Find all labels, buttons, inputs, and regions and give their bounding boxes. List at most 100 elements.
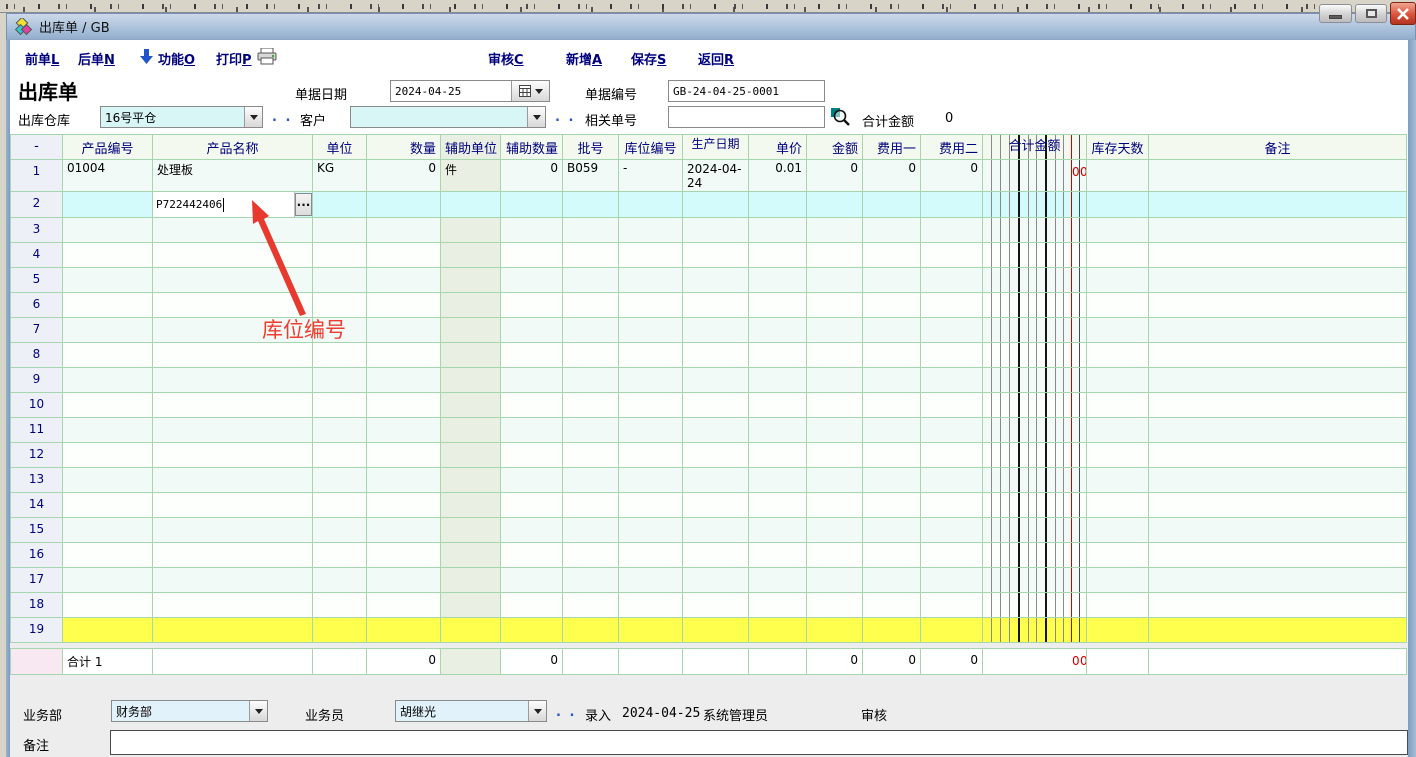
cell-remark[interactable]	[1149, 368, 1407, 393]
cell-fee1[interactable]	[863, 443, 921, 468]
cell-product_code[interactable]	[63, 493, 153, 518]
remark-input[interactable]	[110, 730, 1408, 755]
cell-fee1[interactable]	[863, 368, 921, 393]
cell-batch[interactable]	[563, 192, 619, 218]
cell-location[interactable]	[619, 218, 683, 243]
cell-aux_unit[interactable]	[441, 568, 501, 593]
cell-price[interactable]	[749, 218, 807, 243]
cell-batch[interactable]	[563, 543, 619, 568]
cell-fee1[interactable]	[863, 468, 921, 493]
cell-product_code[interactable]	[63, 568, 153, 593]
cell-product_code[interactable]	[63, 593, 153, 618]
cell-aux_unit[interactable]	[441, 418, 501, 443]
add-button[interactable]: 新增A	[566, 49, 602, 68]
cell-aux_unit[interactable]	[441, 393, 501, 418]
cell-prod_date[interactable]	[683, 543, 749, 568]
cell-ledger[interactable]	[983, 318, 1087, 343]
cell-qty[interactable]	[367, 192, 441, 218]
salesman-select[interactable]: 胡继光	[395, 700, 547, 722]
cell-qty[interactable]	[367, 318, 441, 343]
cell-amount[interactable]	[807, 368, 863, 393]
cell-location[interactable]: -	[619, 160, 683, 192]
cell-remark[interactable]	[1149, 160, 1407, 192]
cell-aux_qty[interactable]	[501, 318, 563, 343]
row-number[interactable]: 6	[11, 293, 63, 318]
cell-days[interactable]	[1087, 192, 1149, 218]
cell-prod_date[interactable]	[683, 493, 749, 518]
cell-ledger[interactable]	[983, 443, 1087, 468]
cell-unit[interactable]	[313, 393, 367, 418]
cell-batch[interactable]	[563, 218, 619, 243]
cell-fee1[interactable]	[863, 293, 921, 318]
row-number[interactable]: 12	[11, 443, 63, 468]
cell-aux_qty[interactable]	[501, 192, 563, 218]
cell-amount[interactable]: 0	[807, 160, 863, 192]
cell-amount[interactable]	[807, 593, 863, 618]
cell-price[interactable]	[749, 393, 807, 418]
cell-qty[interactable]	[367, 493, 441, 518]
row-number[interactable]: 10	[11, 393, 63, 418]
row-number[interactable]: 18	[11, 593, 63, 618]
cell-ledger[interactable]	[983, 468, 1087, 493]
cell-product_code[interactable]	[63, 543, 153, 568]
cell-price[interactable]	[749, 518, 807, 543]
cell-product_name[interactable]	[153, 443, 313, 468]
row-number[interactable]: 9	[11, 368, 63, 393]
cell-days[interactable]	[1087, 393, 1149, 418]
cell-aux_qty[interactable]	[501, 468, 563, 493]
cell-fee1[interactable]	[863, 268, 921, 293]
cell-amount[interactable]	[807, 568, 863, 593]
printer-icon[interactable]	[257, 48, 277, 65]
cell-aux_qty[interactable]	[501, 443, 563, 468]
cell-fee2[interactable]	[921, 318, 983, 343]
cell-product_code[interactable]	[63, 468, 153, 493]
cell-remark[interactable]	[1149, 493, 1407, 518]
cell-fee1[interactable]	[863, 418, 921, 443]
search-icon[interactable]	[831, 108, 851, 127]
cell-product_name[interactable]	[153, 618, 313, 643]
cell-ledger[interactable]	[983, 543, 1087, 568]
cell-prod_date[interactable]	[683, 192, 749, 218]
cell-remark[interactable]	[1149, 243, 1407, 268]
cell-days[interactable]	[1087, 618, 1149, 643]
cell-qty[interactable]	[367, 568, 441, 593]
cell-fee2[interactable]	[921, 568, 983, 593]
cell-fee1[interactable]	[863, 343, 921, 368]
cell-prod_date[interactable]	[683, 393, 749, 418]
cell-unit[interactable]	[313, 518, 367, 543]
cell-location[interactable]	[619, 318, 683, 343]
cell-price[interactable]	[749, 368, 807, 393]
cell-remark[interactable]	[1149, 268, 1407, 293]
cell-ledger[interactable]	[983, 593, 1087, 618]
cell-days[interactable]	[1087, 368, 1149, 393]
minimize-button[interactable]	[1319, 4, 1352, 23]
cell-batch[interactable]	[563, 343, 619, 368]
cell-qty[interactable]	[367, 293, 441, 318]
cell-remark[interactable]	[1149, 293, 1407, 318]
cell-aux_qty[interactable]	[501, 593, 563, 618]
row-number[interactable]: 19	[11, 618, 63, 643]
cell-product_code[interactable]	[63, 192, 153, 218]
salesman-browse-dots[interactable]: . .	[556, 705, 576, 720]
cell-days[interactable]	[1087, 160, 1149, 192]
cell-prod_date[interactable]	[683, 593, 749, 618]
save-button[interactable]: 保存S	[631, 49, 666, 68]
cell-remark[interactable]	[1149, 418, 1407, 443]
cell-location[interactable]	[619, 393, 683, 418]
cell-aux_unit[interactable]	[441, 368, 501, 393]
cell-product_code[interactable]	[63, 368, 153, 393]
cell-product_code[interactable]	[63, 443, 153, 468]
cell-price[interactable]	[749, 493, 807, 518]
warehouse-dropdown-button[interactable]	[244, 107, 262, 127]
cell-fee2[interactable]	[921, 468, 983, 493]
cell-prod_date[interactable]	[683, 343, 749, 368]
cell-qty[interactable]	[367, 618, 441, 643]
cell-batch[interactable]	[563, 443, 619, 468]
maximize-button[interactable]	[1355, 4, 1387, 23]
cell-aux_unit[interactable]	[441, 543, 501, 568]
salesman-dropdown-button[interactable]	[528, 701, 546, 721]
cell-fee2[interactable]	[921, 218, 983, 243]
cell-aux_unit[interactable]	[441, 468, 501, 493]
cell-location[interactable]	[619, 493, 683, 518]
dropdown-arrow-icon[interactable]	[140, 49, 153, 64]
